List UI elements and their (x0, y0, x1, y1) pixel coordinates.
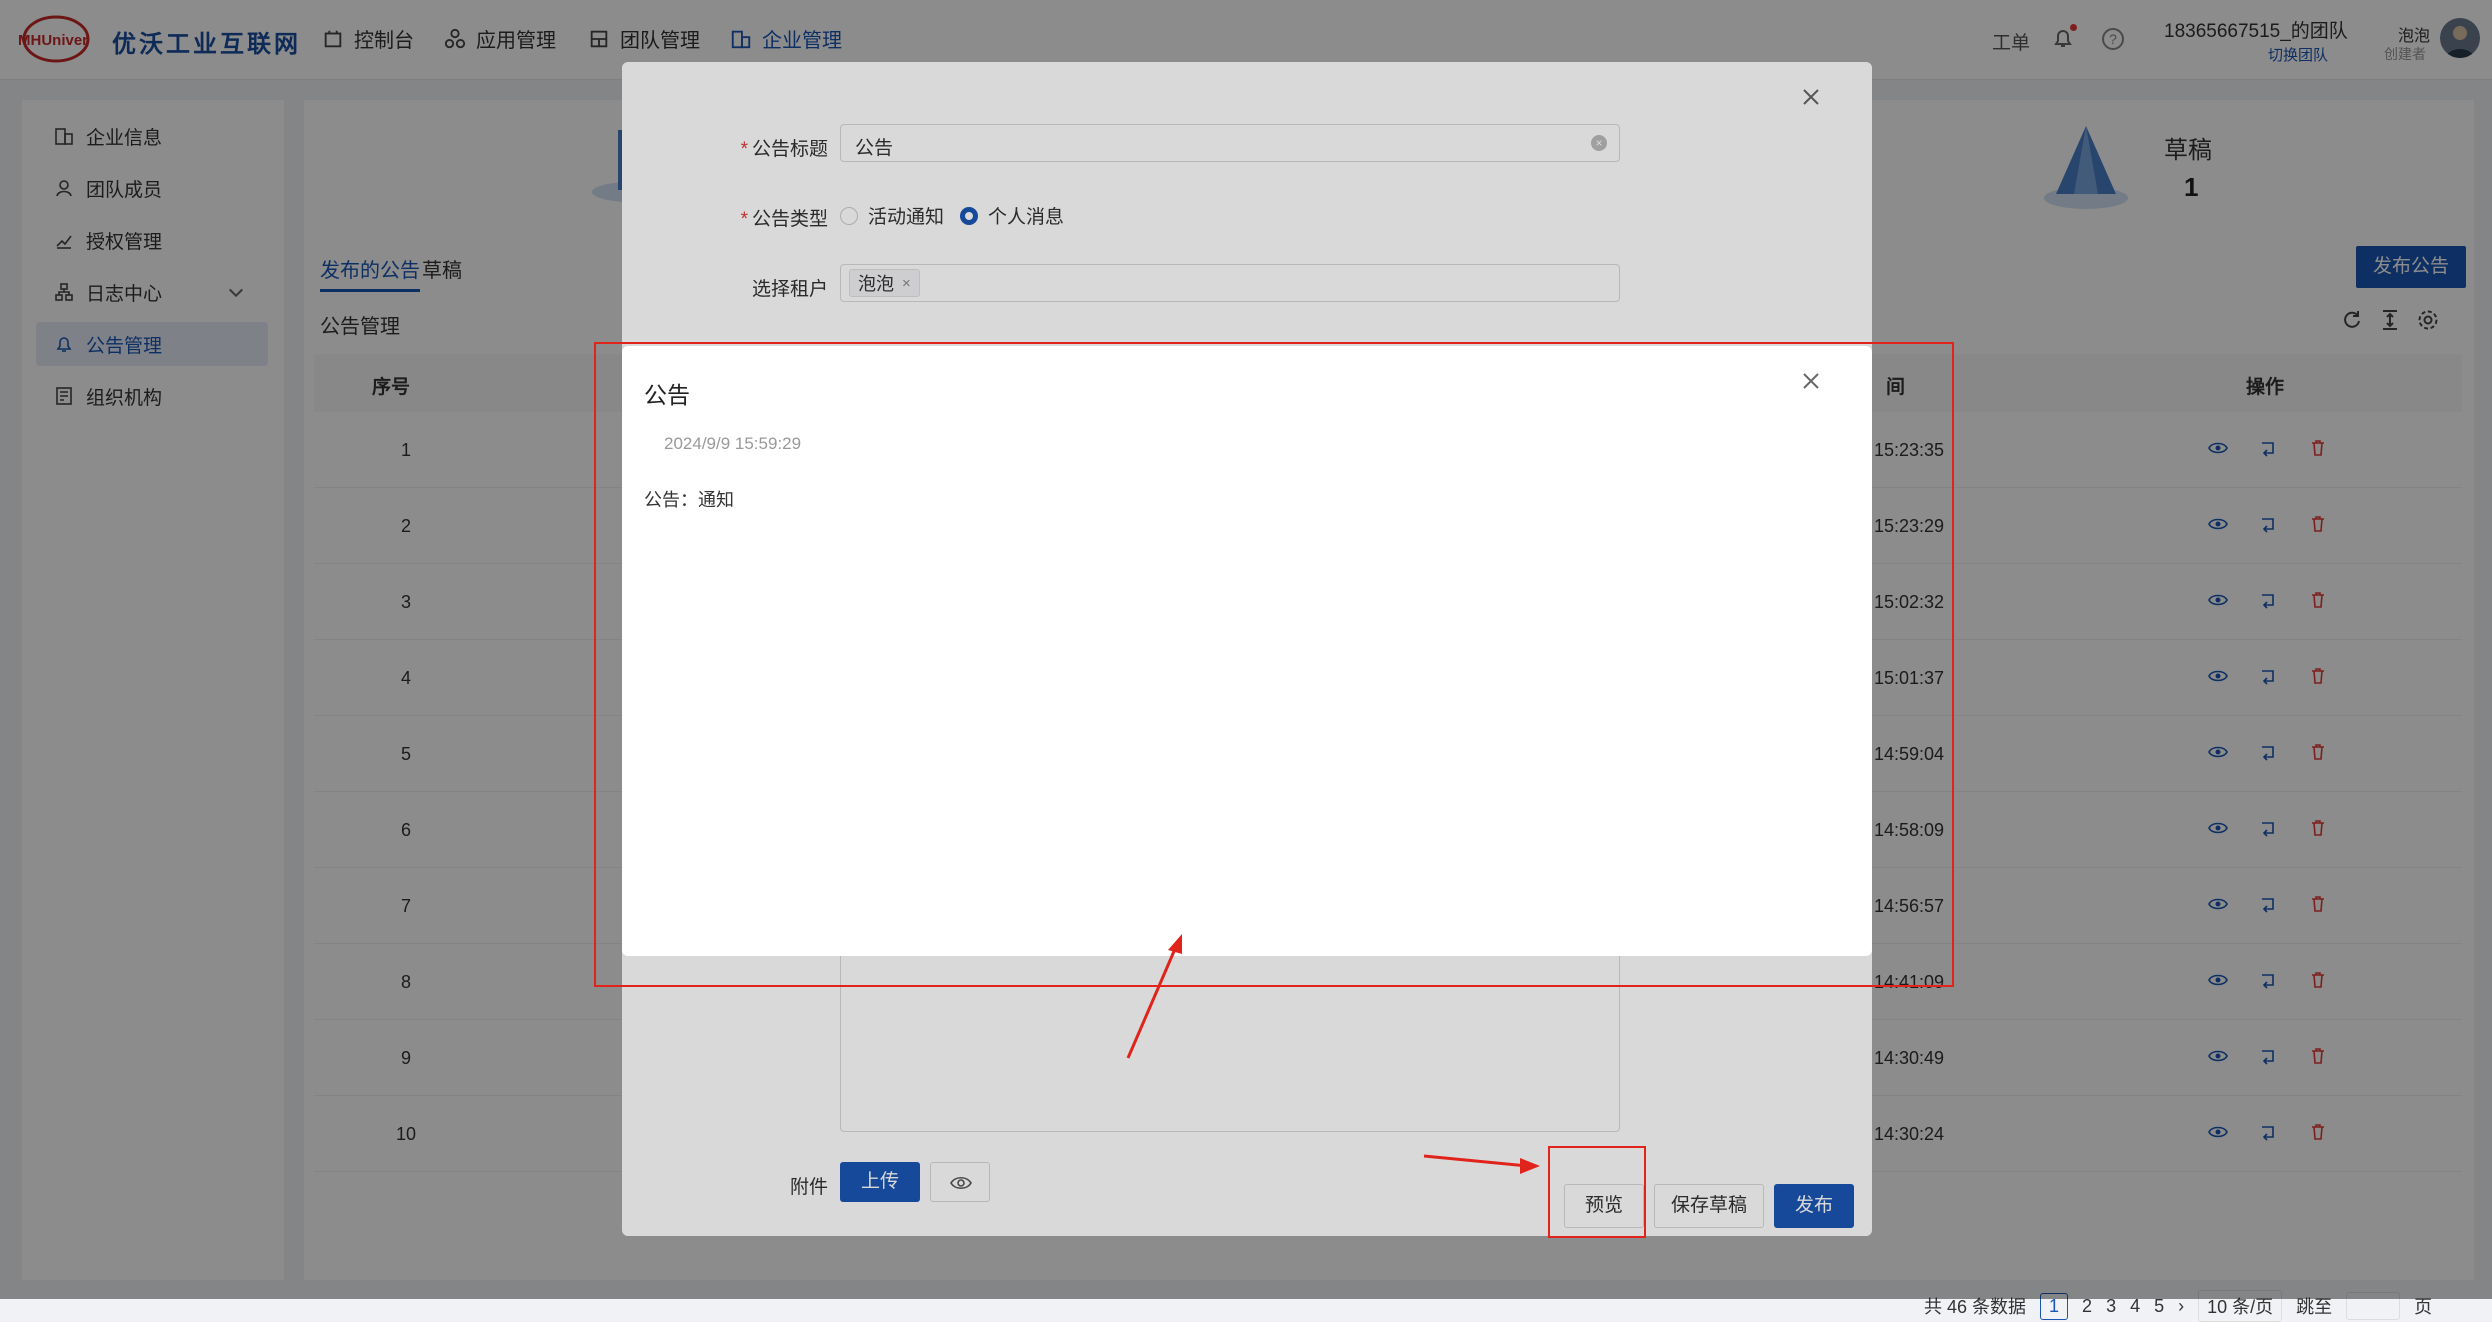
annotation-box-preview (594, 342, 1954, 987)
annotation-box-preview-button (1548, 1146, 1646, 1238)
